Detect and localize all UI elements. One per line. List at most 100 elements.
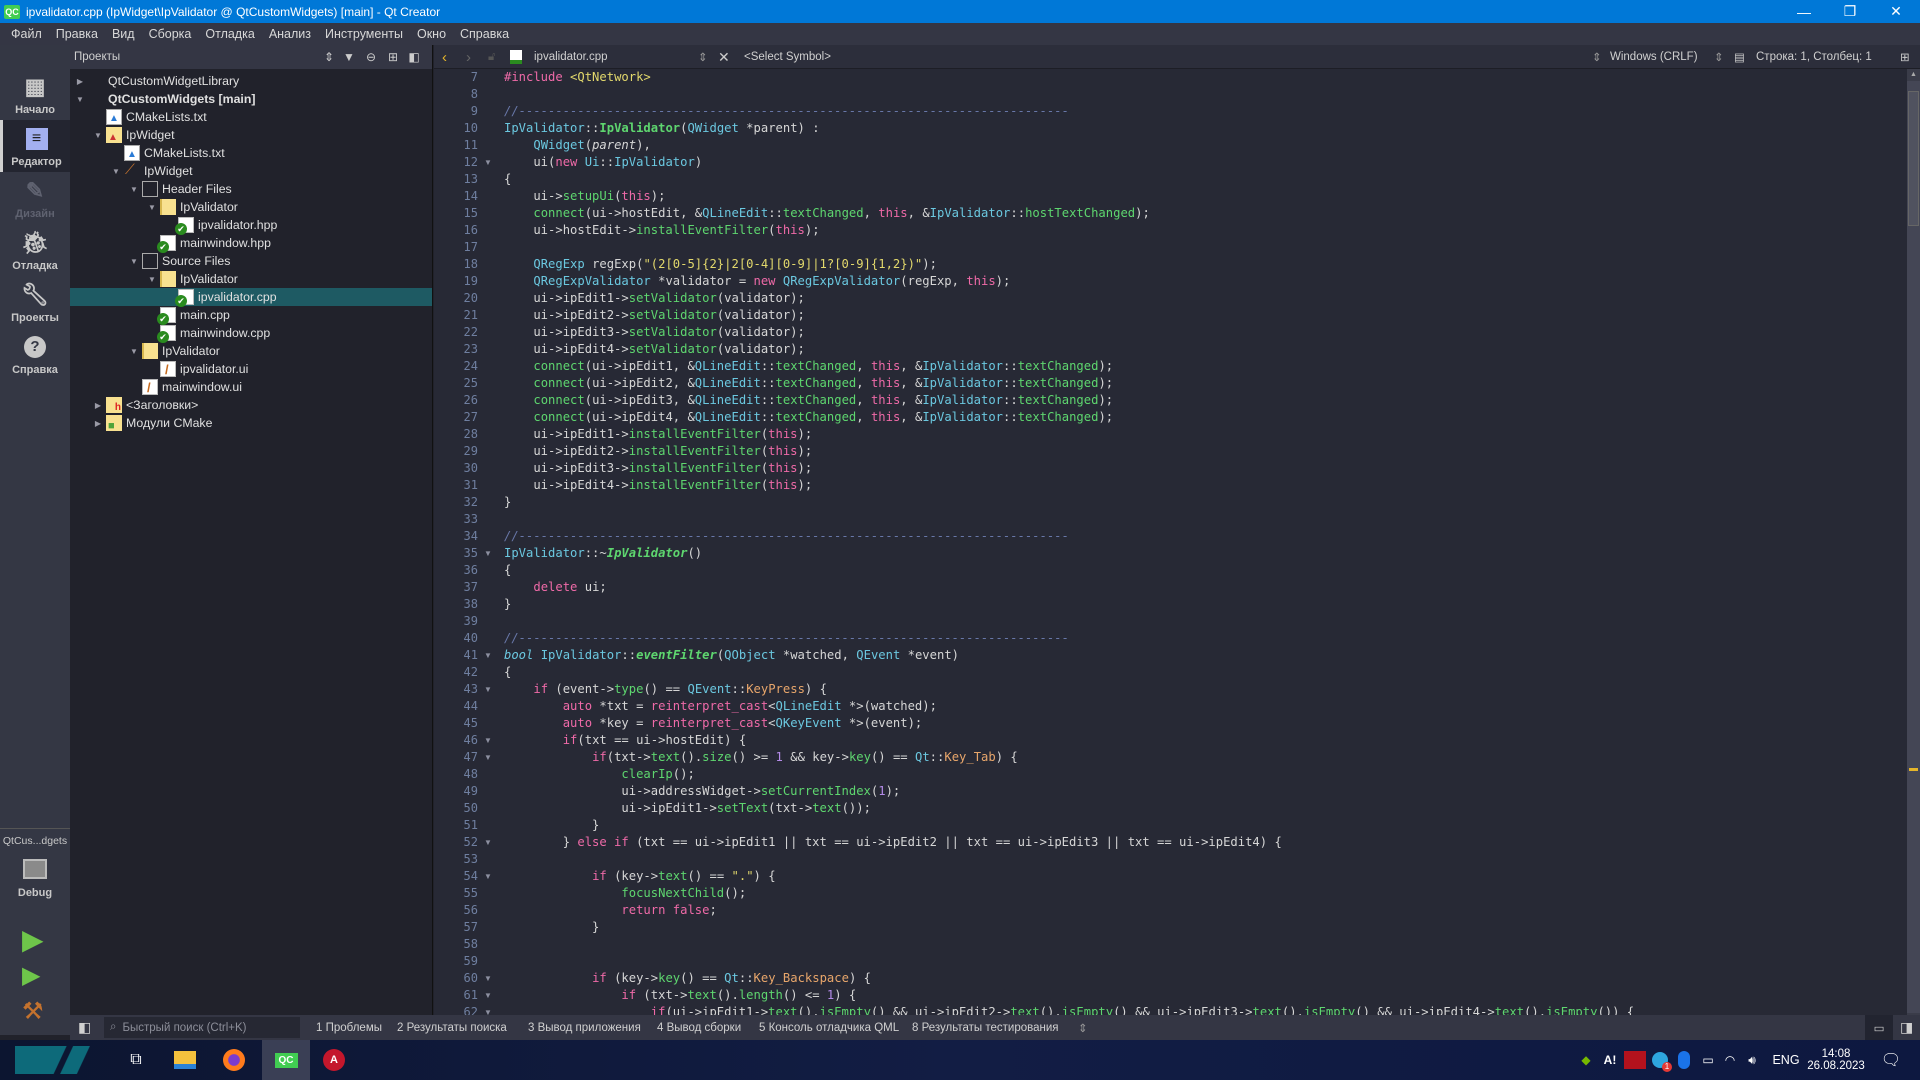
expand-arrow-icon[interactable]: ▼ [146, 275, 158, 284]
tree-item[interactable]: CMakeLists.txt [70, 144, 432, 162]
menu-tools[interactable]: Инструменты [318, 27, 410, 41]
tree-item[interactable]: CMakeLists.txt [70, 108, 432, 126]
run-icon[interactable]: ▶ [22, 923, 44, 956]
wifi-icon[interactable]: ◠ [1720, 1040, 1740, 1080]
kit-selector-button[interactable]: Debug [0, 855, 70, 905]
file-explorer-icon[interactable] [165, 1040, 205, 1080]
tab-qml-debugger-console[interactable]: 5 Консоль отладчика QML [759, 1015, 899, 1040]
code-line[interactable]: { [504, 664, 511, 681]
symbol-dropdown-arrows-icon[interactable]: ⇕ [1592, 45, 1602, 69]
nvidia-tray-icon[interactable]: ◆ [1576, 1040, 1596, 1080]
code-line[interactable]: { [504, 562, 511, 579]
code-line[interactable]: } [504, 817, 599, 834]
code-line[interactable]: connect(ui->ipEdit1, &QLineEdit::textCha… [504, 358, 1113, 375]
fold-marker-icon[interactable]: ▼ [484, 154, 492, 171]
code-line[interactable]: focusNextChild(); [504, 885, 746, 902]
code-line[interactable]: QWidget(parent), [504, 137, 650, 154]
collapse-arrow-icon[interactable]: ▶ [92, 401, 104, 410]
game-tray-icon[interactable] [1624, 1051, 1646, 1069]
start-button[interactable] [0, 1040, 110, 1080]
symbol-selector[interactable]: <Select Symbol> [744, 45, 831, 69]
code-line[interactable]: QRegExpValidator *validator = new QRegEx… [504, 273, 1010, 290]
code-line[interactable]: if (event->type() == QEvent::KeyPress) { [504, 681, 827, 698]
vertical-scrollbar[interactable]: ▲ ▼ [1907, 69, 1920, 1025]
code-line[interactable]: QRegExp regExp("(2[0-5]{2}|2[0-4][0-9]|1… [504, 256, 937, 273]
code-line[interactable]: { [504, 171, 511, 188]
input-language[interactable]: ENG [1768, 1040, 1804, 1080]
filter-icon[interactable]: ▼ [340, 48, 358, 66]
tree-item[interactable]: ipvalidator.cpp [70, 288, 432, 307]
mode-debug[interactable]: 🐞︎ Отладка [0, 224, 70, 276]
split-icon[interactable]: ⊞ [384, 48, 402, 66]
tab-application-output[interactable]: 3 Вывод приложения [528, 1015, 641, 1040]
split-editor-icon[interactable]: ⊞ [1900, 45, 1910, 69]
mode-welcome[interactable]: ▦ Начало [0, 68, 70, 120]
code-line[interactable]: ui->ipEdit1->installEventFilter(this); [504, 426, 812, 443]
locator-search-input[interactable]: ⌕ Быстрый поиск (Ctrl+K) [104, 1017, 300, 1038]
menu-view[interactable]: Вид [105, 27, 142, 41]
fold-marker-icon[interactable]: ▼ [484, 732, 492, 749]
fold-marker-icon[interactable]: ▼ [484, 868, 492, 885]
code-line[interactable]: connect(ui->ipEdit3, &QLineEdit::textCha… [504, 392, 1113, 409]
line-ending-arrows-icon[interactable]: ⇕ [1714, 45, 1724, 69]
tree-item[interactable]: main.cpp [70, 306, 432, 325]
fold-marker-icon[interactable]: ▼ [484, 749, 492, 766]
tab-search-results[interactable]: 2 Результаты поиска [397, 1015, 507, 1040]
code-line[interactable]: return false; [504, 902, 716, 919]
progress-details-icon[interactable]: ▭ [1865, 1015, 1893, 1040]
code-line[interactable]: if(txt->text().size() >= 1 && key->key()… [504, 749, 1018, 766]
code-line[interactable]: } [504, 494, 511, 511]
tab-test-results[interactable]: 8 Результаты тестирования [912, 1015, 1059, 1040]
mode-help[interactable]: ? Справка [0, 328, 70, 380]
code-line[interactable]: ui->ipEdit1->setText(txt->text()); [504, 800, 871, 817]
outline-icon[interactable]: ▤ [1734, 45, 1745, 69]
file-dropdown-arrows-icon[interactable]: ⇕ [698, 45, 708, 69]
minimize-button[interactable]: — [1781, 0, 1827, 23]
cursor-position[interactable]: Строка: 1, Столбец: 1 [1756, 45, 1872, 69]
scrollbar-thumb[interactable] [1908, 91, 1919, 226]
code-line[interactable]: ui->hostEdit->installEventFilter(this); [504, 222, 819, 239]
code-line[interactable]: bool IpValidator::eventFilter(QObject *w… [504, 647, 959, 664]
code-line[interactable]: //--------------------------------------… [504, 630, 1069, 647]
tree-item[interactable]: mainwindow.ui [70, 378, 432, 396]
code-line[interactable]: ui->addressWidget->setCurrentIndex(1); [504, 783, 900, 800]
fold-marker-icon[interactable]: ▼ [484, 987, 492, 1004]
expand-arrow-icon[interactable]: ▼ [92, 131, 104, 140]
fold-marker-icon[interactable]: ▼ [484, 970, 492, 987]
code-line[interactable]: ui->ipEdit2->setValidator(validator); [504, 307, 805, 324]
tree-item[interactable]: ▼ IpValidator [70, 342, 432, 360]
code-line[interactable]: //--------------------------------------… [504, 103, 1069, 120]
tree-item[interactable]: mainwindow.hpp [70, 234, 432, 253]
code-line[interactable]: delete ui; [504, 579, 606, 596]
tab-problems[interactable]: 1 Проблемы [316, 1015, 382, 1040]
build-hammer-icon[interactable]: ⚒ [22, 997, 44, 1026]
tree-item[interactable]: ▼ Source Files [70, 252, 432, 270]
menu-file[interactable]: Файл [4, 27, 49, 41]
link-icon[interactable]: ⊖ [362, 48, 380, 66]
code-line[interactable]: IpValidator::IpValidator(QWidget *parent… [504, 120, 820, 137]
expand-arrow-icon[interactable]: ▼ [128, 347, 140, 356]
tree-item[interactable]: ipvalidator.hpp [70, 216, 432, 235]
code-line[interactable]: if (txt->text().length() <= 1) { [504, 987, 856, 1004]
collapse-arrow-icon[interactable]: ▶ [74, 77, 86, 86]
mode-projects[interactable]: 🔧︎ Проекты [0, 276, 70, 328]
fold-marker-icon[interactable]: ▼ [484, 834, 492, 851]
code-line[interactable]: ui->ipEdit1->setValidator(validator); [504, 290, 805, 307]
code-line[interactable]: } else if (txt == ui->ipEdit1 || txt == … [504, 834, 1282, 851]
code-line[interactable]: if (key->text() == ".") { [504, 868, 775, 885]
expand-arrow-icon[interactable]: ▼ [128, 257, 140, 266]
battery-icon[interactable]: ▭ [1697, 1040, 1719, 1080]
fold-marker-icon[interactable]: ▼ [484, 647, 492, 664]
code-line[interactable]: auto *txt = reinterpret_cast<QLineEdit *… [504, 698, 937, 715]
volume-icon[interactable]: 🔊︎ [1742, 1040, 1762, 1080]
firefox-icon[interactable] [214, 1040, 254, 1080]
tree-item[interactable]: ▼ IpValidator [70, 198, 432, 216]
tree-item[interactable]: ▶ Модули CMake [70, 414, 432, 432]
tree-item[interactable]: ▶ <Заголовки> [70, 396, 432, 414]
menu-debug[interactable]: Отладка [198, 27, 261, 41]
close-document-icon[interactable]: ✕ [718, 45, 730, 69]
forward-arrow-icon[interactable]: › [466, 45, 471, 69]
collapse-arrow-icon[interactable]: ▶ [92, 419, 104, 428]
code-line[interactable]: ui->ipEdit3->installEventFilter(this); [504, 460, 812, 477]
code-line[interactable]: } [504, 596, 511, 613]
